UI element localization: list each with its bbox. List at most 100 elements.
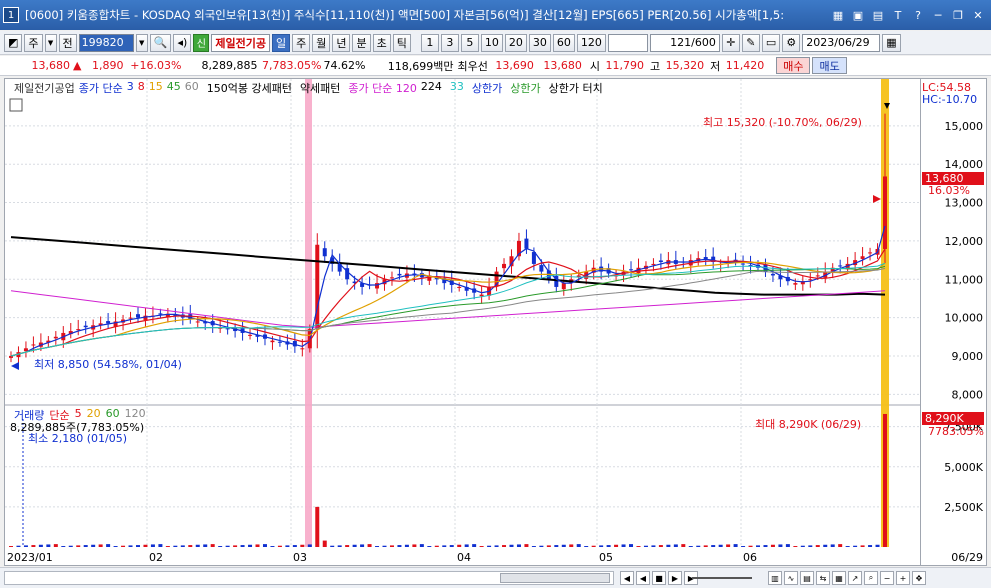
chart-type-icon[interactable]: ▥ [768, 571, 782, 585]
window-icon[interactable]: ▣ [849, 6, 867, 24]
volume-bar [621, 544, 626, 547]
legend-ma-3[interactable]: 3 [127, 80, 134, 96]
interval-button-20[interactable]: 20 [504, 33, 527, 52]
compare-icon[interactable]: ⇆ [816, 571, 830, 585]
gear-icon[interactable]: ⚙ [782, 33, 801, 52]
stock-code-input[interactable]: 199820 [78, 33, 134, 52]
help-icon[interactable]: ? [909, 6, 927, 24]
interval-button-120[interactable]: 120 [576, 33, 606, 52]
line-chart-icon[interactable]: ∿ [784, 571, 798, 585]
memo-icon[interactable]: ▤ [869, 6, 887, 24]
zoom-out-icon[interactable]: − [880, 571, 894, 585]
crosshair-icon[interactable]: ✛ [721, 33, 740, 52]
code-dropdown-button[interactable]: ▼ [135, 33, 148, 52]
date-input[interactable]: 2023/06/29 [802, 33, 881, 52]
price-tick-label: 12,000 [945, 235, 984, 248]
period-button-year[interactable]: 년 [332, 33, 351, 52]
legend-ma-60[interactable]: 60 [185, 80, 199, 96]
legend-ma-15[interactable]: 15 [149, 80, 163, 96]
legend-pattern1[interactable]: 150억봉 강세패턴 [207, 80, 292, 96]
period-button-tick[interactable]: 틱 [392, 33, 411, 52]
legend-upper-limit2[interactable]: 상한가 [510, 80, 540, 96]
scroll-bar[interactable] [4, 571, 614, 585]
search-icon[interactable]: 🔍 [149, 33, 172, 52]
legend-ma33[interactable]: 33 [450, 80, 464, 96]
font-icon[interactable]: T [889, 6, 907, 24]
volume-bar [651, 545, 656, 547]
interval-button-10[interactable]: 10 [480, 33, 503, 52]
zoom-in-icon[interactable]: + [896, 571, 910, 585]
trend-icon[interactable]: ↗ [848, 571, 862, 585]
legend-upper-limit[interactable]: 상한가 [472, 80, 502, 96]
period-button-week[interactable]: 주 [292, 33, 311, 52]
tools-icon[interactable]: ✎ [741, 33, 760, 52]
grid-icon[interactable]: ▦ [829, 6, 847, 24]
interval-button-60[interactable]: 60 [552, 33, 575, 52]
x-tick-label: 02 [149, 551, 163, 564]
legend-ma-45[interactable]: 45 [167, 80, 181, 96]
candle-body [539, 265, 544, 272]
volume-bar [703, 545, 708, 547]
chevron-down-icon[interactable]: ▼ [44, 33, 57, 52]
count-input[interactable]: 121/600 [649, 33, 720, 52]
volume-bar [681, 544, 686, 547]
volume-bar [270, 546, 275, 547]
count-total: /600 [691, 36, 716, 49]
volume-bar [367, 544, 372, 547]
restore-icon[interactable]: ❐ [949, 6, 967, 24]
chart-canvas[interactable]: 2023/01 02 03 04 05 06 [5, 79, 922, 567]
calendar-icon[interactable]: ▦ [882, 33, 901, 52]
period-button-second[interactable]: 초 [372, 33, 391, 52]
chart-list-button[interactable]: ◩ [4, 33, 23, 52]
legend-ma224[interactable]: 224 [421, 80, 442, 96]
candle-body [106, 321, 111, 324]
speaker-icon[interactable]: ◂) [173, 33, 192, 52]
bar-chart-icon[interactable]: ▤ [800, 571, 814, 585]
sell-button[interactable]: 매도 [812, 57, 847, 74]
volume-bar [285, 545, 290, 547]
volume-bar [464, 544, 469, 547]
volume-bar [614, 544, 619, 547]
zoom-icon[interactable]: ⌕ [864, 571, 878, 585]
interval-custom-input[interactable] [607, 33, 648, 52]
legend-upper-touch[interactable]: 상한가 터치 [549, 80, 603, 96]
legend-ma-label[interactable]: 종가 단순 [79, 80, 123, 96]
play-back-icon[interactable]: ◀ [636, 571, 650, 585]
candle-body [658, 260, 663, 263]
buy-button[interactable]: 매수 [776, 57, 811, 74]
shin-badge[interactable]: 신 [193, 33, 210, 52]
legend-stock[interactable]: 제일전기공업 [14, 80, 75, 96]
interval-button-30[interactable]: 30 [528, 33, 551, 52]
scroll-thumb[interactable] [500, 573, 610, 583]
legend-pattern2[interactable]: 약세패턴 [300, 80, 340, 96]
volume-bar [173, 545, 178, 547]
minimize-icon[interactable]: ─ [929, 6, 947, 24]
interval-button-1[interactable]: 1 [420, 33, 439, 52]
close-icon[interactable]: ✕ [969, 6, 987, 24]
jeon-selector[interactable]: 전 [58, 33, 77, 52]
volume-bar [696, 545, 701, 547]
legend-ma-8[interactable]: 8 [138, 80, 145, 96]
volume-bar [785, 544, 790, 547]
period-button-month[interactable]: 월 [312, 33, 331, 52]
legend-ma120[interactable]: 종가 단순 120 [348, 80, 416, 96]
candle-body [76, 329, 81, 331]
grid-toggle-icon[interactable]: ▦ [832, 571, 846, 585]
move-icon[interactable]: ✥ [912, 571, 926, 585]
interval-button-3[interactable]: 3 [440, 33, 459, 52]
chart-area[interactable]: 2023/01 02 03 04 05 06 [4, 78, 922, 567]
period-button-minute[interactable]: 분 [352, 33, 371, 52]
candle-body [23, 348, 28, 351]
volume-bar [576, 544, 581, 547]
scroll-left-icon[interactable]: ◀ [620, 571, 634, 585]
play-forward-icon[interactable]: ▶ [668, 571, 682, 585]
ju-selector[interactable]: 주 [24, 33, 43, 52]
candle-body [270, 340, 275, 343]
save-icon[interactable]: ▭ [761, 33, 781, 52]
candle-body [838, 265, 843, 267]
zoom-slider[interactable] [692, 577, 752, 579]
window-number: 1 [3, 7, 19, 23]
period-button-day[interactable]: 일 [271, 33, 291, 52]
interval-button-5[interactable]: 5 [460, 33, 479, 52]
stop-icon[interactable]: ■ [652, 571, 666, 585]
